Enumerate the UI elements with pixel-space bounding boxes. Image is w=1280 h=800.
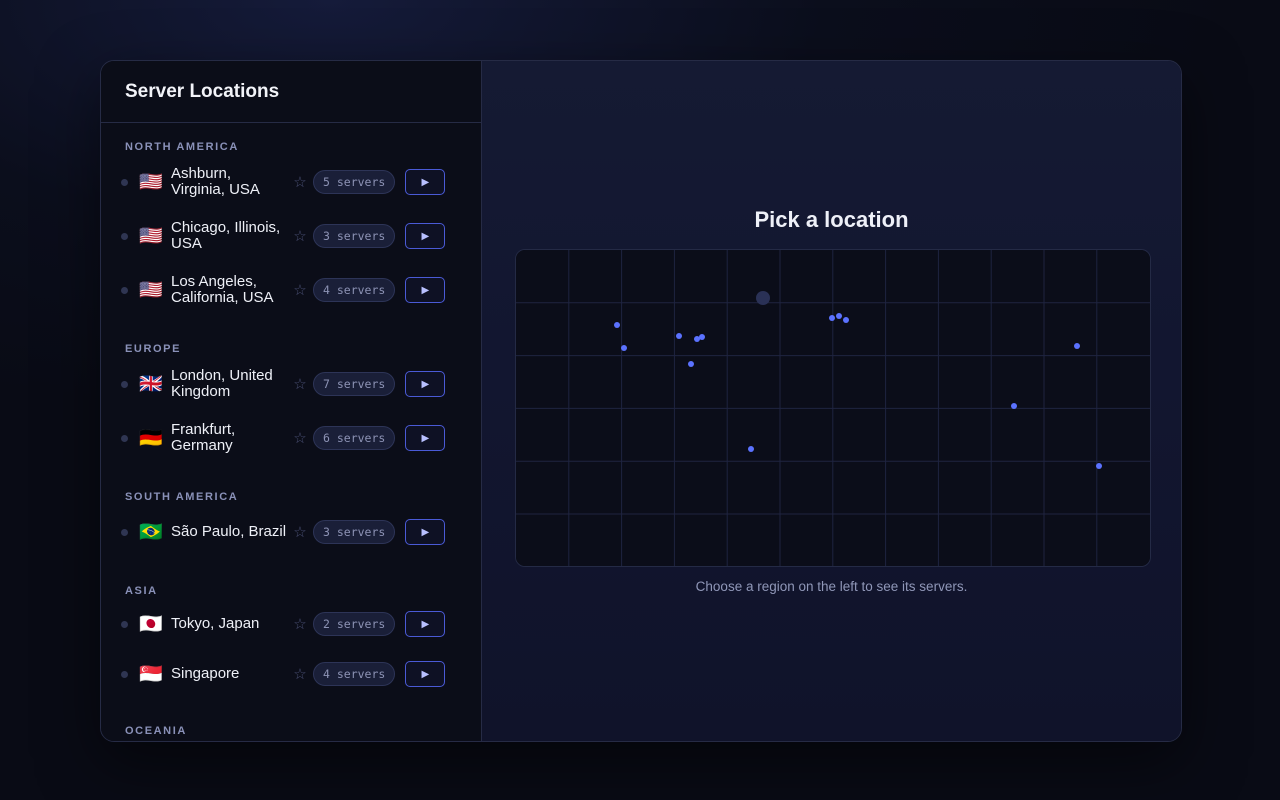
- play-icon: ▶: [421, 284, 430, 296]
- server-count-badge: 5 servers: [313, 170, 396, 194]
- sidebar: Server Locations NORTH AMERICA 🇺🇸 Ashburn,…: [101, 61, 482, 741]
- flag-icon: 🇩🇪: [139, 427, 163, 449]
- app-window: Server Locations NORTH AMERICA 🇺🇸 Ashburn,…: [100, 60, 1182, 742]
- location-name: São Paulo, Brazil: [171, 523, 287, 540]
- server-point: [1011, 403, 1017, 409]
- status-dot: [121, 620, 128, 628]
- location-name: Tokyo, Japan: [171, 615, 260, 632]
- location-name: Los Angeles, California, USA: [171, 273, 274, 306]
- region-header: EUROPE: [125, 343, 182, 355]
- connect-button[interactable]: ▶: [405, 519, 446, 545]
- status-dot: [121, 380, 128, 388]
- server-point: [748, 446, 754, 452]
- star-icon[interactable]: ☆: [287, 665, 313, 683]
- location-row[interactable]: 🇺🇸 Los Angeles, California, USA ☆ 4 servers…: [101, 263, 481, 317]
- play-icon: ▶: [421, 526, 430, 538]
- connect-button[interactable]: ▶: [405, 611, 446, 637]
- server-count-badge: 3 servers: [313, 520, 396, 544]
- play-icon: ▶: [421, 378, 430, 390]
- flag-icon: 🇧🇷: [139, 521, 163, 543]
- star-icon[interactable]: ☆: [287, 429, 313, 447]
- server-point: [621, 345, 627, 351]
- status-dot: [121, 528, 128, 536]
- region-header: OCEANIA: [125, 725, 187, 737]
- flag-icon: 🇺🇸: [139, 171, 163, 193]
- connect-button[interactable]: ▶: [405, 425, 446, 451]
- play-icon: ▶: [421, 668, 430, 680]
- star-icon[interactable]: ☆: [287, 375, 313, 393]
- connect-button[interactable]: ▶: [405, 223, 446, 249]
- play-icon: ▶: [421, 618, 430, 630]
- play-icon: ▶: [421, 230, 430, 242]
- location-list[interactable]: NORTH AMERICA 🇺🇸 Ashburn, Virginia, USA ☆ 5 …: [101, 123, 481, 741]
- server-count-badge: 3 servers: [313, 224, 396, 248]
- star-icon[interactable]: ☆: [287, 523, 313, 541]
- world-map[interactable]: [515, 249, 1151, 567]
- connect-button[interactable]: ▶: [405, 277, 446, 303]
- region-header: ASIA: [125, 585, 158, 597]
- location-row[interactable]: 🇧🇷 São Paulo, Brazil ☆ 3 servers ▶: [101, 505, 481, 559]
- status-dot: [121, 232, 128, 240]
- server-point: [676, 333, 682, 339]
- hint-text: Choose a region on the left to see its s…: [695, 579, 968, 594]
- play-icon: ▶: [421, 176, 430, 188]
- star-icon[interactable]: ☆: [287, 227, 313, 245]
- server-point: [699, 334, 705, 340]
- server-point: [1074, 343, 1080, 349]
- status-dot: [121, 670, 128, 678]
- map-canvas[interactable]: [516, 250, 1150, 566]
- server-count-badge: 7 servers: [313, 372, 396, 396]
- flag-icon: 🇺🇸: [139, 225, 163, 247]
- main-panel: Pick a location Choose a region on the l…: [482, 61, 1181, 741]
- flag-icon: 🇬🇧: [139, 373, 163, 395]
- location-row[interactable]: 🇬🇧 London, United Kingdom ☆ 7 servers ▶: [101, 357, 481, 411]
- sidebar-header: Server Locations: [101, 61, 481, 123]
- server-point: [688, 361, 694, 367]
- location-name: Singapore: [171, 665, 240, 682]
- play-icon: ▶: [421, 432, 430, 444]
- location-row[interactable]: 🇩🇪 Frankfurt, Germany ☆ 6 servers ▶: [101, 411, 481, 465]
- location-row[interactable]: 🇸🇬 Singapore ☆ 4 servers ▶: [101, 649, 481, 699]
- connect-button[interactable]: ▶: [405, 661, 446, 687]
- location-name: London, United Kingdom: [171, 367, 273, 400]
- sidebar-title: Server Locations: [125, 80, 280, 102]
- status-dot: [121, 178, 128, 186]
- status-dot: [121, 434, 128, 442]
- star-icon[interactable]: ☆: [287, 281, 313, 299]
- server-count-badge: 4 servers: [313, 662, 396, 686]
- flag-icon: 🇸🇬: [139, 663, 163, 685]
- server-count-badge: 2 servers: [313, 612, 396, 636]
- status-dot: [121, 286, 128, 294]
- server-point: [843, 317, 849, 323]
- location-row[interactable]: 🇯🇵 Tokyo, Japan ☆ 2 servers ▶: [101, 599, 481, 649]
- server-point: [614, 322, 620, 328]
- server-point: [1096, 463, 1102, 469]
- region-header: NORTH AMERICA: [125, 141, 239, 153]
- server-point: [829, 315, 835, 321]
- server-point: [836, 313, 842, 319]
- location-name: Chicago, Illinois, USA: [171, 219, 281, 252]
- location-name: Frankfurt, Germany: [171, 421, 236, 454]
- location-row[interactable]: 🇺🇸 Chicago, Illinois, USA ☆ 3 servers ▶: [101, 209, 481, 263]
- star-icon[interactable]: ☆: [287, 615, 313, 633]
- flag-icon: 🇺🇸: [139, 279, 163, 301]
- page-title: Pick a location: [754, 207, 909, 232]
- connect-button[interactable]: ▶: [405, 169, 446, 195]
- region-header: SOUTH AMERICA: [125, 491, 239, 503]
- map-highlight-marker: [756, 291, 770, 305]
- server-count-badge: 4 servers: [313, 278, 396, 302]
- location-name: Ashburn, Virginia, USA: [171, 165, 260, 198]
- star-icon[interactable]: ☆: [287, 173, 313, 191]
- flag-icon: 🇯🇵: [139, 613, 163, 635]
- connect-button[interactable]: ▶: [405, 371, 446, 397]
- location-row[interactable]: 🇺🇸 Ashburn, Virginia, USA ☆ 5 servers ▶: [101, 155, 481, 209]
- server-count-badge: 6 servers: [313, 426, 396, 450]
